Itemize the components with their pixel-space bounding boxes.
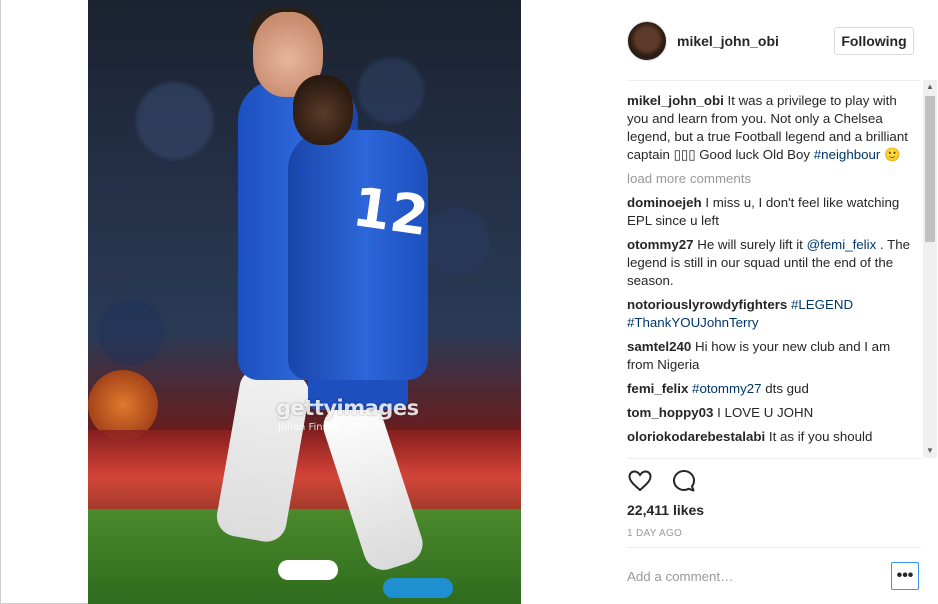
comment-item: dominoejeh I miss u, I don't feel like w…: [627, 194, 917, 230]
comment-item: otommy27 He will surely lift it @femi_fe…: [627, 236, 917, 290]
comment-username[interactable]: tom_hoppy03: [627, 405, 713, 420]
divider: [627, 80, 921, 81]
watermark-logo: gettyimages: [276, 396, 419, 420]
comment-mention[interactable]: @femi_felix: [807, 237, 877, 252]
player-two-head: [293, 75, 353, 145]
comment-item: notoriouslyrowdyfighters #LEGEND #ThankY…: [627, 296, 917, 332]
boot-blue: [383, 578, 453, 598]
scroll-down-arrow-icon[interactable]: ▼: [923, 444, 937, 458]
caption-username[interactable]: mikel_john_obi: [627, 93, 724, 108]
add-comment-input[interactable]: [627, 566, 877, 586]
comment-username[interactable]: otommy27: [627, 237, 694, 252]
following-button[interactable]: Following: [834, 27, 914, 55]
caption: mikel_john_obi It was a privilege to pla…: [627, 92, 917, 164]
comment-text: It as if you should: [768, 429, 873, 444]
post-side-panel: mikel_john_obi Following mikel_john_obi …: [521, 0, 938, 604]
caption-hashtag[interactable]: #neighbour: [814, 147, 881, 162]
likes-count[interactable]: 22,411 likes: [627, 502, 704, 518]
scroll-thumb[interactable]: [925, 96, 935, 242]
heart-icon[interactable]: [627, 468, 653, 494]
header-username[interactable]: mikel_john_obi: [677, 33, 779, 49]
photo-credit: Julian Finney · The FA: [278, 422, 385, 433]
comment-text: dts gud: [761, 381, 809, 396]
divider: [627, 458, 921, 459]
speech-bubble-icon[interactable]: [671, 468, 697, 494]
post-photo[interactable]: 12 gettyimages Julian Finney · The FA: [88, 0, 521, 604]
pitch: [88, 509, 521, 604]
smile-emoji-icon: 🙂: [884, 147, 901, 162]
post-timestamp[interactable]: 1 DAY AGO: [627, 528, 682, 539]
player-two-body: [288, 130, 428, 380]
comment-item: femi_felix #otommy27 dts gud: [627, 380, 917, 398]
advertising-board: [88, 430, 521, 510]
comment-mention[interactable]: #otommy27: [692, 381, 761, 396]
comment-item: samtel240 Hi how is your new club and I …: [627, 338, 917, 374]
comments-list[interactable]: mikel_john_obi It was a privilege to pla…: [627, 92, 917, 458]
post-actions: [627, 468, 711, 498]
comment-item: oloriokodarebestalabi It as if you shoul…: [627, 428, 917, 446]
divider: [627, 547, 921, 548]
scroll-up-arrow-icon[interactable]: ▲: [923, 80, 937, 94]
comment-username[interactable]: samtel240: [627, 339, 691, 354]
comment-username[interactable]: oloriokodarebestalabi: [627, 429, 765, 444]
jersey-number: 12: [348, 175, 433, 248]
more-options-button[interactable]: •••: [891, 562, 919, 590]
post-header: mikel_john_obi Following: [521, 0, 938, 80]
comment-text: He will surely lift it: [697, 237, 807, 252]
avatar[interactable]: [627, 21, 667, 61]
comment-username[interactable]: dominoejeh: [627, 195, 702, 210]
comment-username[interactable]: notoriouslyrowdyfighters: [627, 297, 787, 312]
window-frame: 12 gettyimages Julian Finney · The FA mi…: [0, 0, 938, 604]
comment-item: tom_hoppy03 I LOVE U JOHN: [627, 404, 917, 422]
load-more-comments-link[interactable]: load more comments: [627, 170, 917, 188]
comment-username[interactable]: femi_felix: [627, 381, 688, 396]
getty-watermark: gettyimages Julian Finney · The FA: [276, 396, 419, 433]
comment-text: I LOVE U JOHN: [717, 405, 814, 420]
boot-white: [278, 560, 338, 580]
comments-scrollbar[interactable]: ▲ ▼: [923, 80, 937, 458]
